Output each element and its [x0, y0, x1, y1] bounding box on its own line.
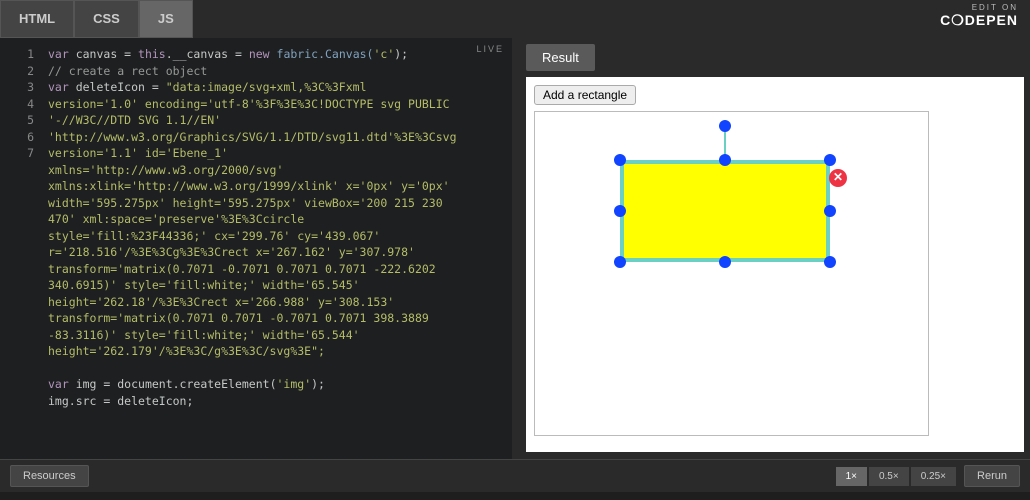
delete-icon[interactable]: ✕ [829, 169, 847, 187]
tab-css[interactable]: CSS [74, 0, 139, 38]
live-badge: LIVE [476, 44, 504, 54]
resize-handle-bl[interactable] [614, 256, 626, 268]
code-content[interactable]: var canvas = this.__canvas = new fabric.… [0, 46, 512, 409]
add-rectangle-button[interactable]: Add a rectangle [534, 85, 636, 105]
resize-handle-tm[interactable] [719, 154, 731, 166]
rerun-button[interactable]: Rerun [964, 465, 1020, 487]
resize-handle-tr[interactable] [824, 154, 836, 166]
selected-rectangle[interactable] [620, 160, 830, 262]
tab-html[interactable]: HTML [0, 0, 74, 38]
zoom-controls: 1× 0.5× 0.25× [836, 467, 956, 486]
tab-js[interactable]: JS [139, 0, 193, 38]
resize-handle-ml[interactable] [614, 205, 626, 217]
resize-handle-bm[interactable] [719, 256, 731, 268]
resize-handle-br[interactable] [824, 256, 836, 268]
code-editor[interactable]: LIVE 123 45 67 var canvas = this.__canva… [0, 38, 520, 459]
codepen-logo[interactable]: EDIT ON C❍DEPEN [928, 0, 1030, 38]
result-pane: Add a rectangle ✕ [526, 77, 1024, 452]
line-gutter: 123 45 67 [0, 46, 40, 162]
rotate-handle[interactable] [719, 120, 731, 132]
zoom-025x[interactable]: 0.25× [911, 467, 956, 486]
resize-handle-tl[interactable] [614, 154, 626, 166]
resize-handle-mr[interactable] [824, 205, 836, 217]
resources-button[interactable]: Resources [10, 465, 89, 487]
result-tab[interactable]: Result [526, 44, 595, 71]
editor-tabs: HTML CSS JS [0, 0, 193, 38]
edit-on-label: EDIT ON [940, 3, 1018, 12]
zoom-1x[interactable]: 1× [836, 467, 867, 486]
fabric-canvas[interactable]: ✕ [534, 111, 929, 436]
codepen-wordmark: C❍DEPEN [940, 12, 1018, 29]
zoom-05x[interactable]: 0.5× [869, 467, 909, 486]
